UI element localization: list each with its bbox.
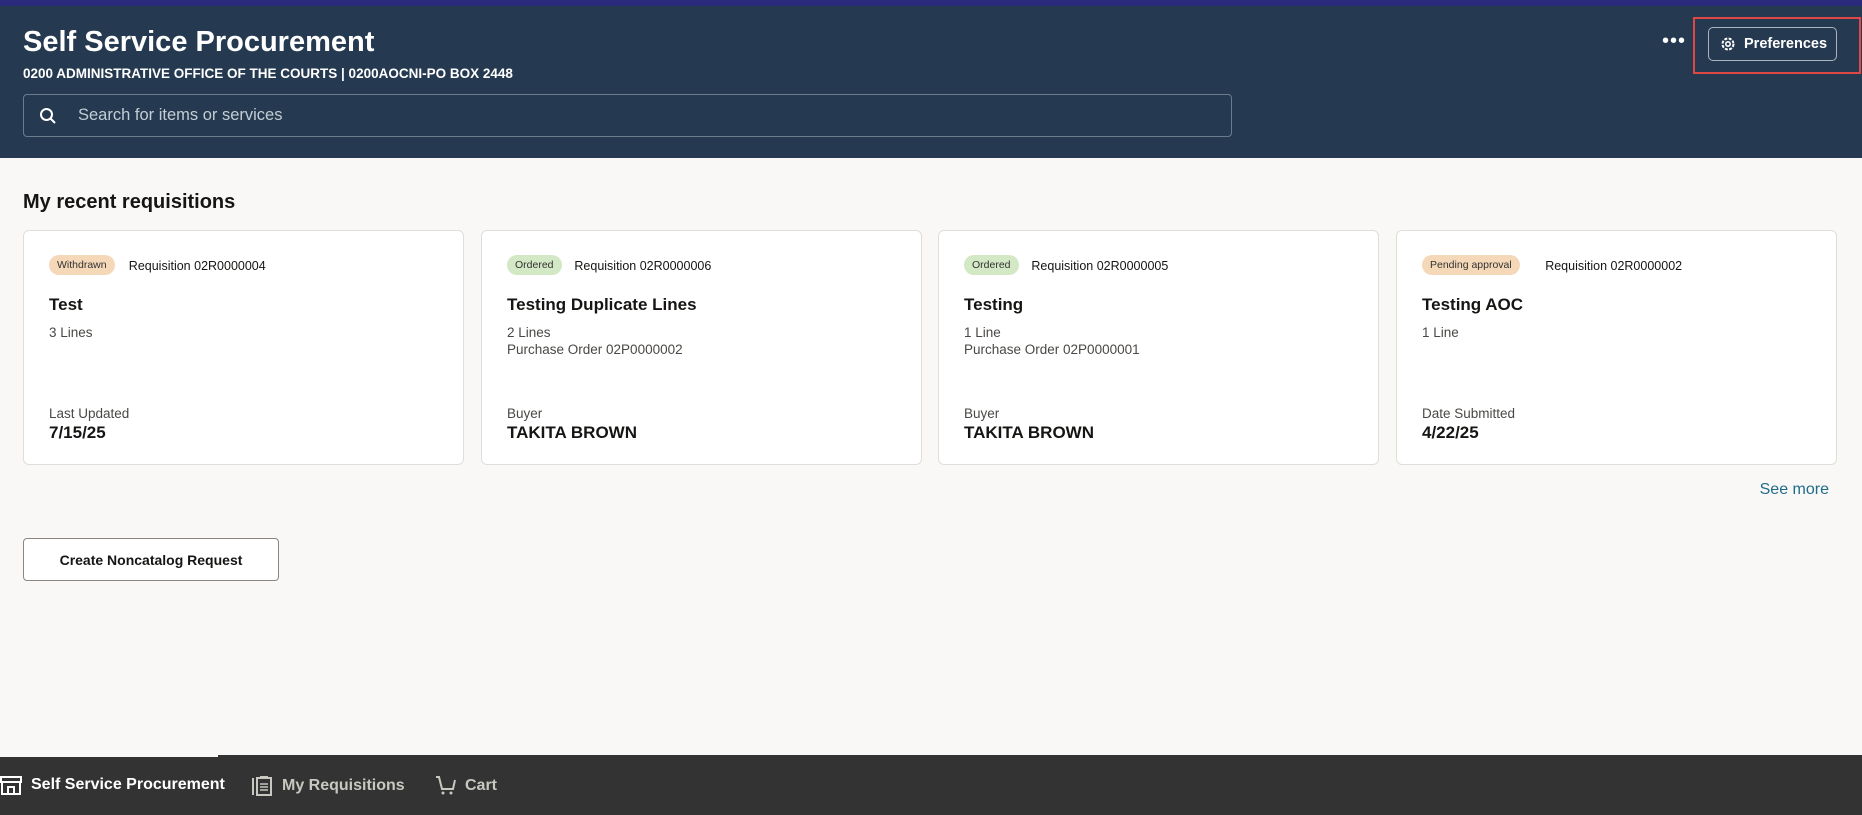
nav-label: My Requisitions [282, 776, 405, 794]
requisition-number: Requisition 02R0000002 [1545, 259, 1683, 273]
section-title: My recent requisitions [23, 191, 236, 213]
header: Self Service Procurement 0200 ADMINISTRA… [0, 6, 1862, 158]
requisition-card[interactable]: Ordered Requisition 02R0000006 Testing Dup… [481, 230, 922, 465]
nav-label: Self Service Procurement [31, 776, 225, 793]
more-actions-button[interactable]: ••• [1662, 30, 1686, 53]
status-badge: Pending approval [1422, 255, 1520, 275]
requisition-title[interactable]: Testing AOC [1422, 295, 1523, 315]
see-more-link[interactable]: See more [1760, 481, 1829, 499]
purchase-order: Purchase Order 02P0000002 [507, 342, 683, 357]
requisition-title[interactable]: Test [49, 295, 83, 315]
bottom-nav: Self Service Procurement My Requisitions… [0, 755, 1862, 815]
requisition-number: Requisition 02R0000006 [574, 259, 712, 273]
field-label: Buyer [507, 406, 543, 421]
line-count: 2 Lines [507, 325, 551, 340]
requisition-number: Requisition 02R0000004 [128, 259, 266, 273]
status-badge: Ordered [964, 255, 1019, 275]
active-tab-indicator [0, 755, 218, 757]
requisition-card[interactable]: Ordered Requisition 02R0000005 Testing 1 Li… [938, 230, 1379, 465]
line-count: 1 Line [964, 325, 1001, 340]
purchase-order: Purchase Order 02P0000001 [964, 342, 1140, 357]
requisition-details: 2 Lines Purchase Order 02P0000002 [507, 324, 683, 358]
search-input[interactable] [78, 106, 1178, 125]
line-count: 1 Line [1422, 325, 1459, 340]
clipboard-icon [252, 776, 272, 796]
store-icon [0, 776, 22, 795]
field-label: Buyer [964, 406, 1000, 421]
field-value: 7/15/25 [49, 423, 106, 442]
field-value: TAKITA BROWN [507, 423, 637, 442]
requisition-title[interactable]: Testing Duplicate Lines [507, 295, 697, 315]
field-value: 4/22/25 [1422, 423, 1479, 442]
line-count: 3 Lines [49, 325, 93, 340]
create-noncatalog-request-button[interactable]: Create Noncatalog Request [23, 538, 279, 581]
requisition-details: 1 Line Purchase Order 02P0000001 [964, 324, 1140, 358]
requisition-details: 1 Line [1422, 324, 1459, 341]
page-title: Self Service Procurement [23, 26, 375, 58]
requisition-details: 3 Lines [49, 324, 93, 341]
nav-self-service-procurement[interactable]: Self Service Procurement [0, 775, 225, 795]
cart-icon [436, 776, 456, 795]
requisition-card[interactable]: Pending approval Requisition 02R0000002 Te… [1396, 230, 1837, 465]
nav-cart[interactable]: Cart [435, 775, 497, 796]
requisition-card[interactable]: Withdrawn Requisition 02R0000004 Test 3 Lin… [23, 230, 464, 465]
nav-label: Cart [465, 776, 498, 794]
requisition-number: Requisition 02R0000005 [1031, 259, 1169, 273]
gear-icon [1721, 37, 1735, 51]
status-badge: Ordered [507, 255, 562, 275]
business-unit-location: 0200 ADMINISTRATIVE OFFICE OF THE COURTS… [23, 66, 513, 81]
search-box[interactable] [23, 94, 1232, 137]
requisition-title[interactable]: Testing [964, 295, 1023, 315]
field-label: Date Submitted [1422, 406, 1516, 421]
preferences-button[interactable]: Preferences [1708, 27, 1837, 61]
search-icon [40, 107, 56, 124]
status-badge: Withdrawn [49, 255, 115, 275]
nav-my-requisitions[interactable]: My Requisitions [252, 775, 405, 796]
preferences-label: Preferences [1744, 36, 1828, 52]
field-label: Last Updated [49, 406, 130, 421]
field-value: TAKITA BROWN [964, 423, 1094, 442]
